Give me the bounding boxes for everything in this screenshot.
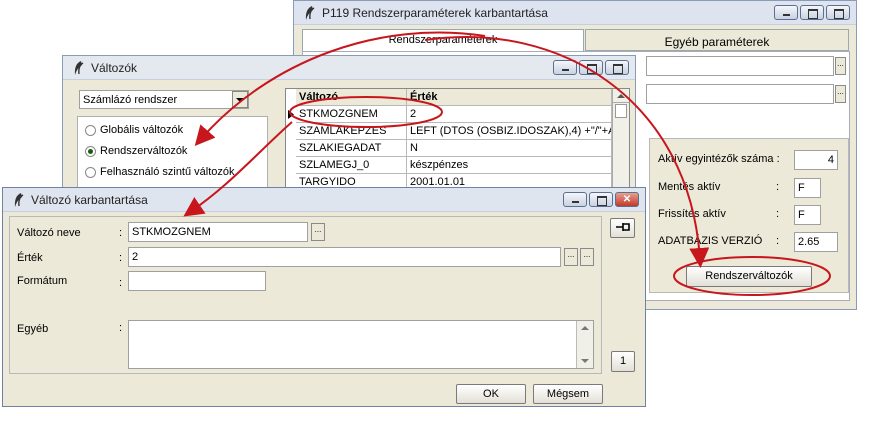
var-name-lookup-button[interactable]: ... (311, 223, 325, 241)
radio-system-vars[interactable] (85, 146, 96, 157)
system-select[interactable]: Számlázó rendszer (79, 90, 249, 109)
vars-window-title: Változók (91, 61, 138, 75)
app-logo-icon (305, 6, 315, 20)
radio-global-vars-label: Globális változók (100, 124, 184, 136)
other-textarea[interactable] (128, 320, 594, 369)
value-sep: : (119, 252, 123, 264)
active-counter-label: Aktív egyintézők száma : (658, 153, 780, 165)
grid-header-variable[interactable]: Változó (296, 89, 407, 106)
page-number-button[interactable]: 1 (611, 351, 635, 372)
param-window-title: P119 Rendszerparaméterek karbantartása (322, 6, 548, 20)
vars-grid: Változó Érték STKMOZGNEM 2 SZAMLAKEPZES … (285, 88, 630, 196)
db-version-sep: : (776, 235, 780, 247)
grid-cell-value-2[interactable]: N (407, 140, 612, 157)
pin-button[interactable] (610, 218, 635, 238)
radio-system-vars-label: Rendszerváltozók (100, 145, 188, 157)
param-window-titlebar[interactable]: P119 Rendszerparaméterek karbantartása (294, 1, 856, 25)
arrow-up-icon (617, 94, 625, 98)
vars-window-titlebar[interactable]: Változók (63, 56, 635, 80)
grid-cell-name-0[interactable]: STKMOZGNEM (296, 106, 407, 123)
var-name-label: Változó neve (17, 227, 81, 239)
grid-cell-name-2[interactable]: SZLAKIEGADAT (296, 140, 407, 157)
app-logo-icon (14, 193, 24, 207)
param-input-2-button[interactable]: ... (835, 85, 846, 103)
ok-button[interactable]: OK (456, 384, 526, 404)
grid-header-value[interactable]: Érték (407, 89, 612, 106)
edit-window: Változó karbantartása ✕ Változó neve : S… (2, 187, 646, 407)
edit-window-titlebar[interactable]: Változó karbantartása ✕ (3, 188, 645, 212)
grid-cell-value-3[interactable]: készpénzes (407, 157, 612, 174)
param-input-1[interactable] (646, 56, 834, 76)
scroll-up-button[interactable] (613, 89, 629, 103)
close-button[interactable] (605, 60, 629, 75)
value-button-1[interactable]: ... (564, 248, 578, 266)
other-sep: : (119, 322, 123, 334)
maximize-button[interactable] (800, 5, 824, 20)
radio-user-vars[interactable] (85, 167, 96, 178)
system-select-dropdown[interactable] (232, 91, 248, 108)
refresh-active-field[interactable]: F (794, 205, 821, 225)
cancel-button[interactable]: Mégsem (533, 384, 603, 404)
refresh-active-label: Frissítés aktív (658, 208, 726, 220)
value-button-2[interactable]: ... (580, 248, 594, 266)
edit-window-title: Változó karbantartása (31, 193, 148, 207)
other-scrollbar[interactable] (576, 321, 593, 368)
sysvars-button[interactable]: Rendszerváltozók (686, 266, 812, 287)
maximize-button[interactable] (589, 192, 613, 207)
scroll-thumb[interactable] (615, 104, 627, 118)
tab-egyeb-parameterek[interactable]: Egyéb paraméterek (585, 29, 849, 51)
grid-cell-value-0[interactable]: 2 (407, 106, 612, 123)
minimize-button[interactable] (563, 192, 587, 207)
var-name-field[interactable]: STKMOZGNEM (128, 222, 308, 242)
grid-cell-value-1[interactable]: LEFT (DTOS (OSBIZ.IDOSZAK),4) +"/"+A (407, 123, 612, 140)
grid-row-indicator (286, 106, 296, 123)
var-name-sep: : (119, 227, 123, 239)
tab-rendszerparameterek[interactable]: Rendszerparaméterek (302, 29, 584, 51)
param-input-2[interactable] (646, 84, 834, 104)
value-label: Érték (17, 252, 43, 264)
app-logo-icon (74, 61, 84, 75)
grid-cell-name-1[interactable]: SZAMLAKEPZES (296, 123, 407, 140)
param-input-1-button[interactable]: ... (835, 57, 846, 75)
arrow-down-icon[interactable] (577, 354, 593, 368)
format-sep: : (119, 277, 123, 289)
format-field[interactable] (128, 271, 266, 291)
backup-active-sep: : (776, 181, 780, 193)
chevron-down-icon (236, 98, 244, 102)
minimize-button[interactable] (774, 5, 798, 20)
value-field[interactable]: 2 (128, 247, 561, 267)
close-button[interactable] (826, 5, 850, 20)
minimize-button[interactable] (553, 60, 577, 75)
radio-user-vars-label: Felhasználó szintű változók (100, 166, 235, 178)
backup-active-field[interactable]: F (794, 178, 821, 198)
refresh-active-sep: : (776, 208, 780, 220)
other-label: Egyéb (17, 323, 49, 335)
maximize-button[interactable] (579, 60, 603, 75)
arrow-up-icon[interactable] (577, 321, 593, 335)
db-version-label: ADATBÁZIS VERZIÓ (658, 235, 763, 247)
vars-window: Változók Számlázó rendszer Globális vált… (62, 55, 636, 196)
grid-scrollbar[interactable] (612, 89, 629, 195)
active-counter-field[interactable]: 4 (794, 150, 838, 170)
pin-icon (615, 223, 630, 231)
radio-global-vars[interactable] (85, 125, 96, 136)
db-version-field[interactable]: 2.65 (794, 232, 838, 252)
format-label: Formátum (17, 275, 68, 287)
backup-active-label: Mentés aktív (658, 181, 721, 193)
current-row-arrow-icon (288, 110, 294, 119)
close-button[interactable]: ✕ (615, 192, 639, 207)
grid-cell-name-3[interactable]: SZLAMEGJ_0 (296, 157, 407, 174)
